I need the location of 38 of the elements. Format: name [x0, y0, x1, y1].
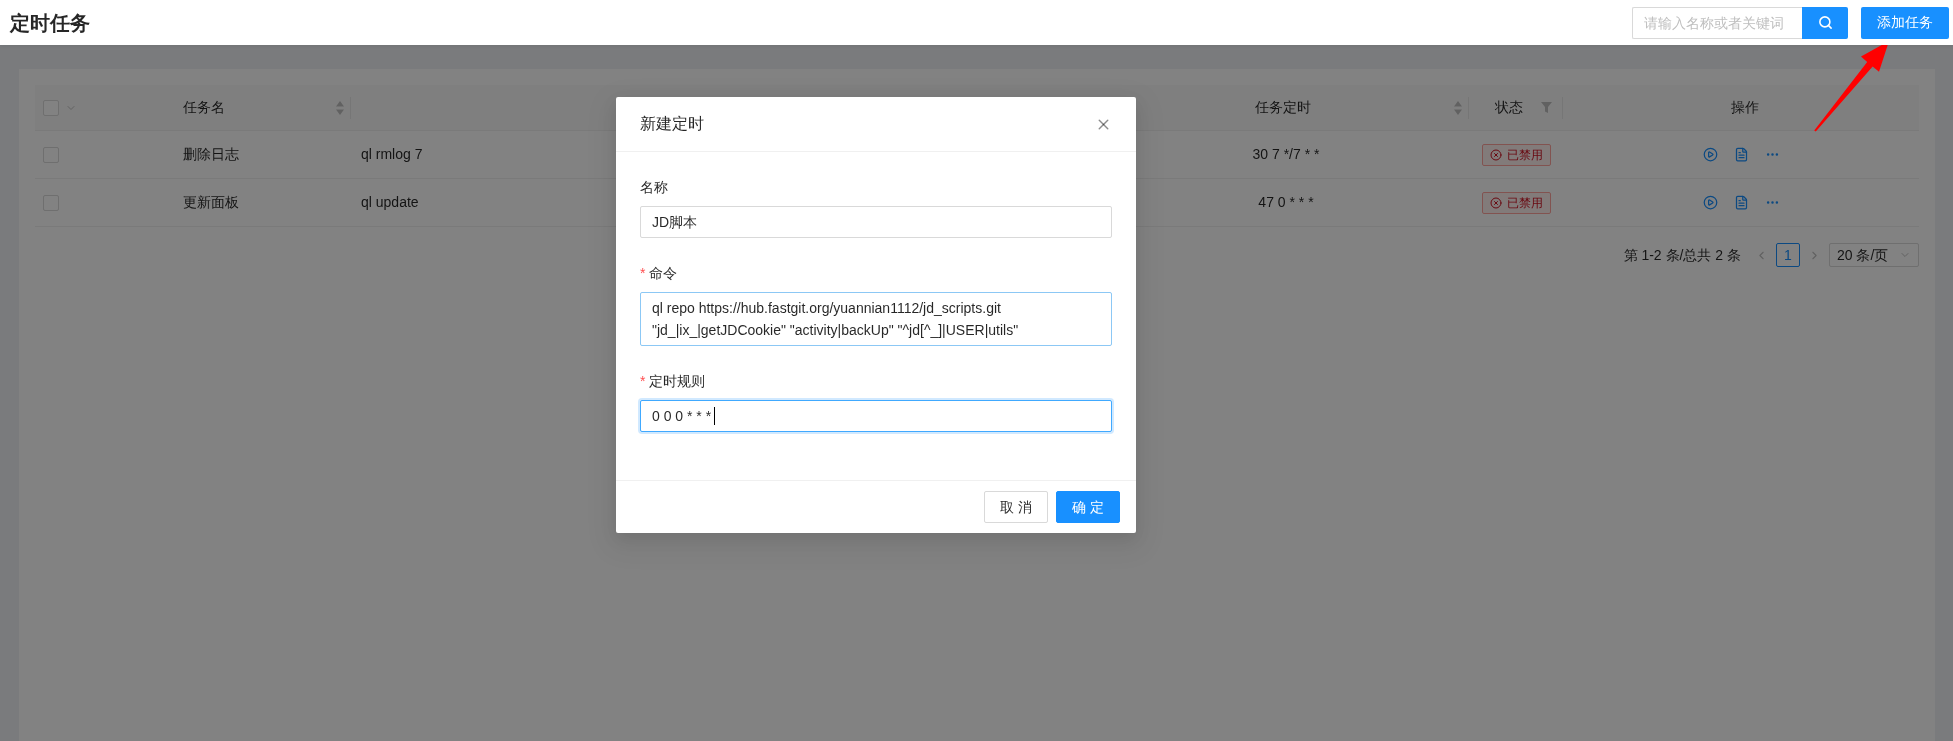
cancel-button[interactable]: 取消 — [984, 491, 1048, 523]
column-header: 任务名 — [183, 98, 225, 117]
document-icon[interactable] — [1733, 195, 1749, 210]
pagination-summary: 第 1-2 条/总共 2 条 — [1623, 245, 1741, 265]
text-input[interactable]: JD脚本 — [640, 206, 1112, 238]
document-icon[interactable] — [1733, 147, 1749, 162]
task-name: 删除日志 — [183, 145, 239, 164]
schedule-text: 30 7 */7 * * — [1252, 145, 1320, 164]
task-name: 更新面板 — [183, 193, 239, 212]
field-label: 名称 — [640, 177, 668, 197]
command-text: ql update — [361, 193, 419, 212]
page-size-select[interactable]: 20 条/页 — [1829, 243, 1919, 267]
text-caret-icon — [714, 407, 716, 425]
play-circle-icon[interactable] — [1702, 195, 1718, 210]
x-circle-icon — [1489, 148, 1502, 161]
status-label: 已禁用 — [1506, 194, 1543, 212]
search-field[interactable]: 请输入名称或者关键词 — [1632, 6, 1802, 39]
schedule-text: 47 0 * * * — [1258, 193, 1314, 212]
page-title: 定时任务 — [10, 10, 90, 36]
textarea[interactable]: ql repo https://hub.fastgit.org/yuannian1112/jd_scripts.git "jd_|ix_|getJDCookie" "activity|backUp" "^jd[^_]|USER|utils" — [640, 292, 1112, 346]
command-text: ql rmlog 7 — [361, 145, 423, 164]
sort-icon[interactable] — [1454, 100, 1462, 115]
text-input[interactable]: 0 0 0 * * * — [640, 400, 1112, 432]
filter-icon[interactable] — [1541, 102, 1552, 113]
required-mark: * — [640, 263, 646, 283]
column-header: 状态 — [1495, 98, 1523, 117]
column-header: 任务定时 — [1254, 98, 1311, 117]
field-label: 定时规则 — [649, 371, 706, 391]
search-button[interactable] — [1802, 6, 1848, 39]
status-label: 已禁用 — [1506, 146, 1543, 164]
sort-icon[interactable] — [336, 100, 344, 115]
field-label: 命令 — [649, 263, 678, 283]
search-icon — [1817, 15, 1833, 30]
play-circle-icon[interactable] — [1702, 147, 1718, 162]
required-mark: * — [640, 371, 646, 391]
column-header: 操作 — [1731, 98, 1759, 117]
x-circle-icon — [1489, 196, 1502, 209]
modal-title: 新建定时 — [640, 114, 704, 134]
